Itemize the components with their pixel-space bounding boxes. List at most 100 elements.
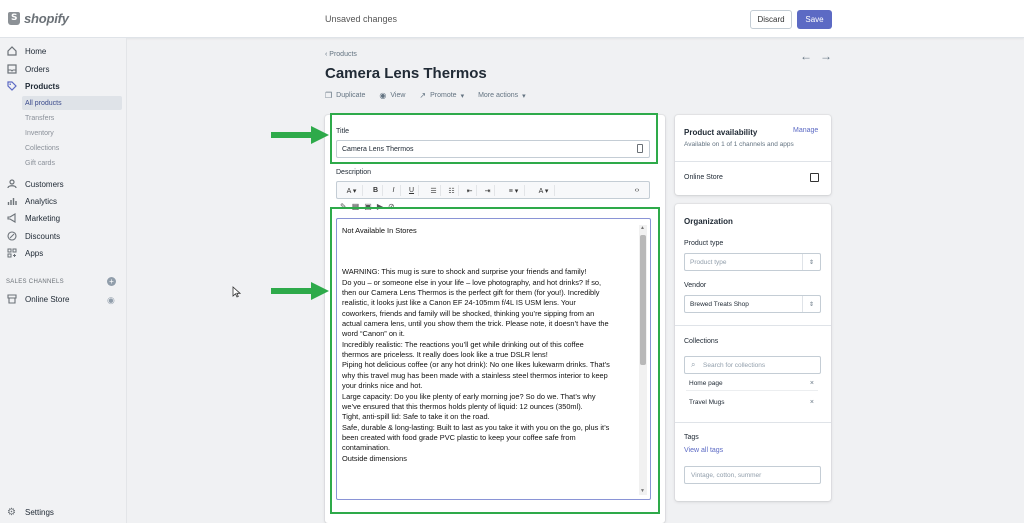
- sidebar-subitem-transfers[interactable]: Transfers: [22, 111, 122, 125]
- align-dropdown[interactable]: ≡ ▾: [503, 185, 525, 196]
- unsaved-changes-status: Unsaved changes: [325, 14, 398, 24]
- collections-search-input[interactable]: ⌕ Search for collections: [684, 356, 821, 374]
- select-arrows-icon: ⇕: [802, 254, 820, 270]
- remove-collection-icon[interactable]: ×: [810, 380, 814, 387]
- green-arrow-icon: [271, 126, 329, 144]
- sidebar-item-customers[interactable]: Customers: [0, 177, 127, 191]
- description-highlight-box: [330, 207, 660, 514]
- outdent-icon[interactable]: ⇤: [463, 185, 477, 196]
- channel-online-store: Online Store: [684, 174, 723, 181]
- bullet-list-icon[interactable]: ☰: [427, 185, 441, 196]
- organization-title: Organization: [684, 217, 733, 226]
- logo-text: shopify: [24, 11, 69, 26]
- share-icon: ↗: [419, 91, 427, 100]
- eye-icon[interactable]: ◉: [107, 295, 115, 306]
- action-label: More actions: [478, 92, 519, 99]
- tags-input[interactable]: Vintage, cotton, summer: [684, 466, 821, 484]
- sidebar-subitem-all-products[interactable]: All products: [22, 96, 122, 110]
- rich-text-toolbar: A ▾ B I U ☰ ☷ ⇤ ⇥ ≡ ▾ A ▾ ‹›: [336, 181, 650, 199]
- sidebar-item-products[interactable]: Products: [0, 79, 127, 93]
- divider: [675, 161, 831, 162]
- bold-button[interactable]: B: [369, 185, 383, 196]
- next-arrow-icon[interactable]: →: [820, 49, 840, 63]
- sidebar-item-label: Home: [25, 46, 47, 56]
- collection-item-travel-mugs: Travel Mugs ×: [686, 395, 818, 409]
- duplicate-action[interactable]: ❐ Duplicate: [325, 91, 365, 100]
- mouse-cursor-icon: [232, 286, 241, 298]
- sales-channels-heading: SALES CHANNELS: [6, 279, 64, 285]
- megaphone-icon: [6, 213, 17, 224]
- shopify-logo[interactable]: shopify: [8, 11, 69, 26]
- remove-collection-icon[interactable]: ×: [810, 399, 814, 406]
- search-icon: ⌕: [691, 360, 696, 369]
- sidebar-subitem-gift-cards[interactable]: Gift cards: [22, 156, 122, 170]
- underline-button[interactable]: U: [405, 185, 419, 196]
- vendor-select[interactable]: Brewed Treats Shop ⇕: [684, 295, 821, 313]
- breadcrumb-back-products[interactable]: ‹ Products: [325, 51, 357, 58]
- vendor-label: Vendor: [684, 282, 707, 289]
- sidebar-item-label: Customers: [25, 179, 64, 189]
- collection-item-home-page: Home page ×: [686, 377, 818, 391]
- sidebar-item-label: Discounts: [25, 231, 61, 241]
- sidebar-item-label: Settings: [25, 507, 54, 517]
- apps-icon: [6, 248, 17, 259]
- organization-card: [675, 204, 831, 501]
- text-color-dropdown[interactable]: A ▾: [533, 185, 555, 196]
- view-all-tags-link[interactable]: View all tags: [684, 447, 723, 454]
- view-action[interactable]: ◉ View: [379, 91, 405, 100]
- tag-icon: [6, 81, 17, 92]
- sidebar-subitem-collections[interactable]: Collections: [22, 141, 122, 155]
- sidebar-item-home[interactable]: Home: [0, 44, 127, 58]
- availability-title: Product availability: [684, 128, 758, 137]
- more-actions[interactable]: More actions ▾: [478, 91, 526, 100]
- person-icon: [6, 179, 17, 190]
- discount-icon: [6, 231, 17, 242]
- sidebar-item-discounts[interactable]: Discounts: [0, 229, 127, 243]
- sidebar-item-analytics[interactable]: Analytics: [0, 194, 127, 208]
- add-channel-plus-icon[interactable]: +: [107, 277, 116, 286]
- save-button[interactable]: Save: [797, 10, 832, 29]
- product-type-select[interactable]: Product type ⇕: [684, 253, 821, 271]
- bar-chart-icon: [6, 196, 17, 207]
- italic-button[interactable]: I: [387, 185, 401, 196]
- sidebar-item-settings[interactable]: ⚙ Settings: [0, 505, 127, 519]
- product-type-label: Product type: [684, 240, 724, 247]
- calendar-icon[interactable]: [810, 173, 819, 182]
- sidebar: Home Orders Products All products Transf…: [0, 38, 127, 523]
- top-bar: shopify Unsaved changes Discard Save: [0, 0, 1024, 38]
- indent-icon[interactable]: ⇥: [481, 185, 495, 196]
- collection-name: Travel Mugs: [689, 398, 725, 406]
- discard-button[interactable]: Discard: [750, 10, 792, 29]
- manage-link[interactable]: Manage: [793, 127, 818, 134]
- promote-action[interactable]: ↗ Promote ▾: [419, 91, 464, 100]
- divider: [675, 422, 831, 423]
- eye-icon: ◉: [379, 91, 387, 100]
- green-arrow-icon: [271, 282, 329, 300]
- sidebar-item-label: Orders: [25, 64, 50, 74]
- sidebar-item-marketing[interactable]: Marketing: [0, 211, 127, 225]
- collection-name: Home page: [689, 380, 723, 387]
- availability-subtitle: Available on 1 of 1 channels and apps: [684, 141, 794, 148]
- home-icon: [6, 46, 17, 57]
- font-size-dropdown[interactable]: A ▾: [341, 185, 363, 196]
- sidebar-item-label: Products: [25, 81, 60, 91]
- previous-arrow-icon[interactable]: ←: [800, 49, 820, 63]
- numbered-list-icon[interactable]: ☷: [445, 185, 459, 196]
- breadcrumb-label: Products: [329, 51, 357, 58]
- select-arrows-icon: ⇕: [802, 296, 820, 312]
- sidebar-item-apps[interactable]: Apps: [0, 246, 127, 260]
- store-icon: [6, 294, 17, 305]
- product-type-placeholder: Product type: [690, 258, 727, 266]
- vendor-value: Brewed Treats Shop: [690, 300, 749, 308]
- html-toggle-icon[interactable]: ‹›: [629, 185, 645, 196]
- sidebar-item-orders[interactable]: Orders: [0, 62, 127, 76]
- sidebar-subitem-inventory[interactable]: Inventory: [22, 126, 122, 140]
- gear-icon: ⚙: [7, 506, 16, 518]
- prev-next-arrows: ←→: [800, 49, 840, 63]
- collections-label: Collections: [684, 338, 719, 345]
- action-label: Promote: [430, 92, 457, 99]
- tags-label: Tags: [684, 434, 699, 441]
- caret-down-icon: ▾: [522, 92, 526, 100]
- orders-icon: [6, 64, 17, 75]
- sidebar-item-label: Marketing: [25, 213, 61, 223]
